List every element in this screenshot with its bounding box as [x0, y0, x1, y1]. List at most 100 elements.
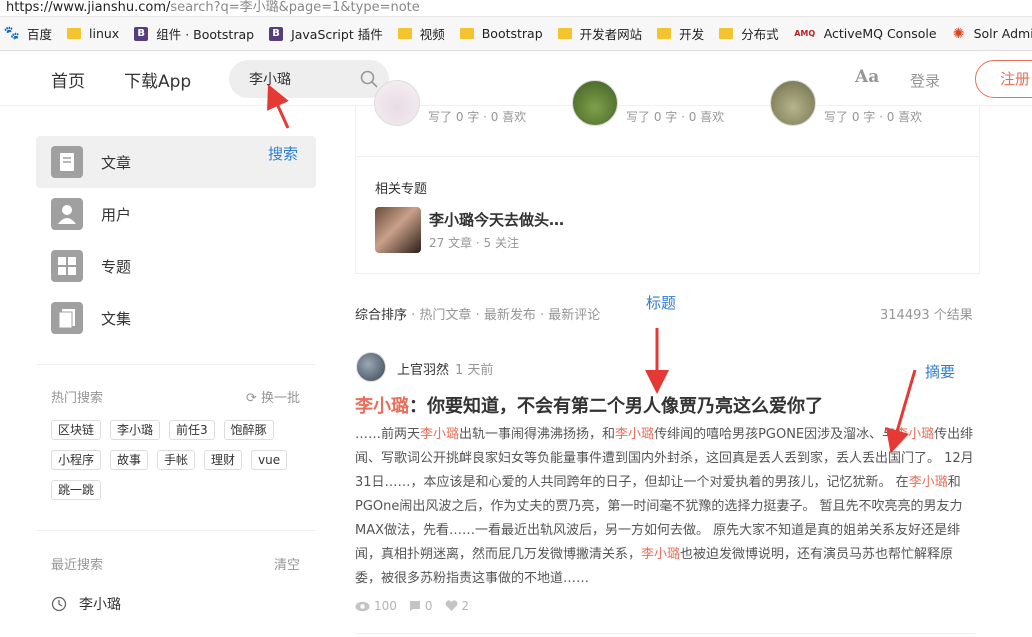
- article-title-link[interactable]: 李小璐：你要知道，不会有第二个男人像贾乃亮这么爱你了: [355, 392, 975, 418]
- bookmark-item[interactable]: B JavaScript 插件: [269, 24, 383, 43]
- abstract-text: 出轨一事闹得沸沸扬扬，和: [459, 427, 616, 442]
- recent-search-title: 最近搜索: [51, 558, 104, 573]
- folder-icon: [67, 28, 82, 39]
- abstract-text: ……前两天: [355, 427, 421, 442]
- bookmark-item[interactable]: 开发者网站: [557, 24, 642, 43]
- bookmark-label: JavaScript 插件: [291, 27, 383, 42]
- bookmark-item[interactable]: linux: [67, 26, 119, 41]
- article-abstract: ……前两天李小璐出轨一事闹得沸沸扬扬，和李小璐传绯闻的嘻哈男孩PGONE因涉及溜…: [355, 423, 975, 591]
- nav-download-app-link[interactable]: 下载App: [124, 67, 191, 92]
- sort-separator: ·: [407, 308, 420, 323]
- keyword-highlight: 李小璐: [615, 427, 655, 442]
- hot-search-tag[interactable]: 饱醉豚: [223, 420, 274, 440]
- bookmark-label: Bootstrap: [481, 26, 543, 41]
- author-avatar[interactable]: [356, 352, 386, 382]
- hot-search-tag[interactable]: 理财: [204, 450, 243, 470]
- clock-icon: [51, 596, 67, 612]
- bookmark-label: Solr Admin: [973, 26, 1032, 41]
- user-icon: [51, 198, 83, 230]
- folder-icon: [397, 28, 412, 39]
- result-count: 314493 个结果: [880, 308, 973, 323]
- search-input[interactable]: 李小璐: [229, 60, 389, 98]
- login-link[interactable]: 登录: [910, 70, 940, 91]
- hot-search-tag[interactable]: 故事: [110, 450, 149, 470]
- abstract-text: 传绯闻的嘻哈男孩PGONE因涉及溜冰、与: [654, 427, 896, 442]
- likes-count: 2: [461, 599, 470, 613]
- user-result[interactable]: 写了 0 字 · 0 喜欢: [770, 80, 923, 126]
- user-stats: 写了 0 字 · 0 喜欢: [626, 109, 725, 124]
- avatar: [770, 80, 816, 126]
- bookmark-item[interactable]: Bootstrap: [459, 26, 543, 41]
- views-count: 100: [374, 599, 397, 613]
- hot-search-tag[interactable]: 跳一跳: [51, 480, 102, 500]
- notebook-icon: [51, 302, 83, 334]
- comments-stat: 0: [409, 599, 433, 613]
- title-highlight: 李小璐: [355, 396, 409, 417]
- user-result[interactable]: 写了 0 字 · 0 喜欢: [374, 80, 527, 126]
- url-path: search?q=李小璐&page=1&type=note: [170, 0, 420, 15]
- bookmark-label: 分布式: [741, 27, 779, 42]
- sidebar-item-label: 文章: [101, 153, 132, 172]
- heart-icon: [445, 600, 457, 611]
- hot-search-tag[interactable]: 前任3: [169, 420, 215, 440]
- sort-option[interactable]: 热门文章: [419, 308, 471, 323]
- eye-icon: [355, 601, 370, 611]
- sort-option[interactable]: 综合排序: [355, 308, 407, 323]
- keyword-highlight: 李小璐: [420, 427, 460, 442]
- recent-search-item[interactable]: 李小璐: [51, 594, 121, 614]
- hot-tags: 区块链 李小璐 前任3 饱醉豚小程序 故事 手帐 理财 vue 跳一跳: [51, 420, 311, 510]
- sidebar-item[interactable]: 专题: [36, 240, 316, 292]
- bootstrap-icon: B: [269, 26, 284, 41]
- sidebar-divider: [36, 530, 316, 531]
- bookmark-item[interactable]: B 组件 · Bootstrap: [134, 24, 254, 43]
- nav-home-link[interactable]: 首页: [51, 67, 85, 92]
- user-result[interactable]: 写了 0 字 · 0 喜欢: [572, 80, 725, 126]
- address-bar[interactable]: https://www.jianshu.com/search?q=李小璐&pag…: [0, 0, 1032, 17]
- sidebar-item[interactable]: 用户: [36, 188, 316, 240]
- hot-search-tag[interactable]: 区块链: [51, 420, 102, 440]
- bookmark-item[interactable]: 视频: [397, 24, 445, 43]
- bookmark-item[interactable]: ✺ Solr Admin: [952, 26, 1032, 42]
- folder-icon: [719, 28, 734, 39]
- avatar: [572, 80, 618, 126]
- annotation-search: 搜索: [268, 145, 299, 163]
- register-button[interactable]: 注册: [975, 60, 1032, 98]
- hot-search-title: 热门搜索: [51, 391, 104, 406]
- bookmark-item[interactable]: 分布式: [719, 24, 779, 43]
- hot-search-tag[interactable]: 手帐: [157, 450, 196, 470]
- search-icon[interactable]: [359, 69, 379, 89]
- hot-search-tag[interactable]: 李小璐: [110, 420, 161, 440]
- hot-search-tag[interactable]: vue: [251, 450, 288, 470]
- sidebar-item[interactable]: 文集: [36, 292, 316, 344]
- sort-separator: ·: [535, 308, 549, 323]
- refresh-hot-button[interactable]: ⟳ 换一批: [246, 387, 300, 406]
- user-stats: 写了 0 字 · 0 喜欢: [824, 109, 923, 124]
- annotation-abstract: 摘要: [925, 363, 956, 381]
- comments-count: 0: [424, 599, 433, 613]
- views-stat: 100: [355, 599, 397, 613]
- recent-search-label: 李小璐: [79, 597, 121, 613]
- baidu-icon: 🐾: [3, 26, 21, 41]
- bookmark-label: ActiveMQ Console: [823, 26, 937, 41]
- related-users-card: 写了 0 字 · 0 喜欢 写了 0 字 · 0 喜欢 写了 0 字 · 0 喜…: [355, 80, 980, 274]
- author-name-link[interactable]: 上官羽然: [397, 359, 449, 378]
- sort-options: 综合排序 · 热门文章 · 最新发布 · 最新评论: [355, 304, 600, 323]
- collection-name-link[interactable]: 李小璐今天去做头…: [429, 209, 564, 230]
- sort-option[interactable]: 最新评论: [548, 308, 600, 323]
- bookmark-item[interactable]: 🐾 百度: [3, 24, 52, 43]
- user-stats: 写了 0 字 · 0 喜欢: [428, 109, 527, 124]
- folder-icon: [459, 28, 474, 39]
- font-settings-icon[interactable]: Aa: [855, 67, 879, 87]
- related-collections-title: 相关专题: [375, 182, 428, 197]
- bookmark-item[interactable]: AMQ ActiveMQ Console: [794, 26, 937, 41]
- site-header: 首页 下载App Aa 登录 注册: [0, 52, 1032, 106]
- url-host: https://www.jianshu.com/: [6, 0, 171, 15]
- bookmark-item[interactable]: 开发: [657, 24, 704, 43]
- sidebar-item-label: 用户: [101, 205, 132, 224]
- clear-recent-button[interactable]: 清空: [274, 554, 300, 573]
- collection-cover[interactable]: [375, 207, 421, 253]
- sort-option[interactable]: 最新发布: [484, 308, 536, 323]
- bookmark-label: 开发: [679, 27, 705, 42]
- keyword-highlight: 李小璐: [895, 427, 935, 442]
- hot-search-tag[interactable]: 小程序: [51, 450, 102, 470]
